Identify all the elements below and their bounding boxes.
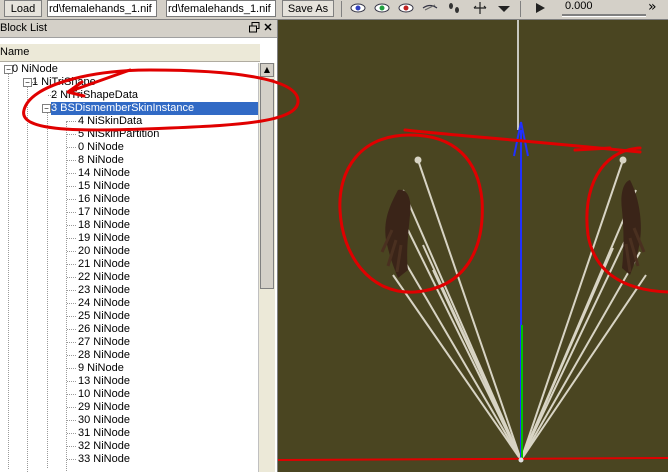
save-as-button[interactable]: Save As [282,0,334,17]
tree-row[interactable]: 9 NiNode [78,362,124,375]
tree-guide [27,82,28,472]
render-viewport[interactable] [278,20,668,472]
tree-row[interactable]: 33 NiNode [78,453,130,466]
name-column-header[interactable]: Name [0,44,260,62]
tree-row[interactable]: 23 NiNode [78,284,130,297]
load-path-field[interactable]: rd\femalehands_1.nif [47,0,157,17]
tree-guide [8,69,9,469]
tree-connector [67,433,76,434]
tree-row[interactable]: 21 NiNode [78,258,130,271]
tree-connector [67,186,76,187]
view-eye-closed-icon[interactable] [421,1,439,17]
view-menu-chevron-icon[interactable] [495,1,513,17]
tree-row[interactable]: 14 NiNode [78,167,130,180]
view-eye-green-icon[interactable] [373,1,391,17]
toolbar-overflow-chevron[interactable]: » [648,0,657,14]
tree-connector [67,329,76,330]
tree-row[interactable]: 13 NiNode [78,375,130,388]
tree-connector [67,264,76,265]
block-list-titlebar: Block List ✕ [0,20,277,38]
scroll-thumb[interactable] [260,79,274,289]
tree-connector [67,342,76,343]
tree-connector [67,407,76,408]
tree-row[interactable]: 0 NiNode [78,141,124,154]
tree-connector [67,238,76,239]
scene-render [278,20,668,463]
tree-row[interactable]: 18 NiNode [78,219,130,232]
tree-connector [67,355,76,356]
close-icon[interactable]: ✕ [262,22,274,34]
tree-connector [67,290,76,291]
toolbar-separator [341,1,342,17]
toolbar-separator-2 [520,1,521,17]
tree-row[interactable]: 20 NiNode [78,245,130,258]
tree-connector [67,160,76,161]
tree-connector [67,212,76,213]
undock-icon[interactable] [248,22,260,34]
tree-row[interactable]: 1 NiTriShape [32,76,96,89]
tree-row[interactable]: 8 NiNode [78,154,124,167]
tree-connector [67,121,76,122]
tree-guide [47,108,48,468]
play-icon[interactable] [531,1,549,17]
toolbar: Load rd\femalehands_1.nif rd\femalehands… [0,0,668,20]
tree-row[interactable]: 15 NiNode [78,180,130,193]
tree-row[interactable]: 5 NiSkinPartition [78,128,159,141]
time-slider-value: 0.000 [565,0,593,12]
tree-connector [67,316,76,317]
tree-row[interactable]: 16 NiNode [78,193,130,206]
tree-row[interactable]: 27 NiNode [78,336,130,349]
tree-collapse-toggle[interactable]: − [42,104,51,113]
tree-connector [67,420,76,421]
tree-connector [67,225,76,226]
tree-connector [67,381,76,382]
walk-icon[interactable] [445,1,463,17]
tree-row[interactable]: 31 NiNode [78,427,130,440]
block-tree: −0 NiNode −1 NiTriShape 2 NiTriShapeData −3… [0,63,258,472]
tree-connector [67,459,76,460]
tree-row[interactable]: 28 NiNode [78,349,130,362]
save-path-field[interactable]: rd\femalehands_1.nif [166,0,276,17]
tree-connector [67,251,76,252]
tree-row[interactable]: 10 NiNode [78,388,130,401]
tree-connector [67,147,76,148]
tree-connector [67,303,76,304]
block-list-scrollbar[interactable]: ▲ [258,63,275,472]
tree-connector [67,277,76,278]
time-slider[interactable] [562,14,646,17]
block-list-panel: Block List ✕ Name −0 NiNode −1 NiTriShape… [0,20,278,472]
axes-icon[interactable] [471,1,489,17]
tree-row[interactable]: 30 NiNode [78,414,130,427]
tree-connector [67,446,76,447]
tree-connector [67,394,76,395]
view-eye-red-icon[interactable] [397,1,415,17]
tree-row[interactable]: 2 NiTriShapeData [51,89,138,102]
tree-row[interactable]: 22 NiNode [78,271,130,284]
name-column-label: Name [0,46,30,58]
tree-connector [67,368,76,369]
tree-row[interactable]: 0 NiNode [12,63,58,76]
tree-row[interactable]: 25 NiNode [78,310,130,323]
view-eye-blue-icon[interactable] [349,1,367,17]
tree-row[interactable]: 19 NiNode [78,232,130,245]
block-list-title: Block List [0,22,48,34]
tree-row[interactable]: 32 NiNode [78,440,130,453]
tree-row[interactable]: 29 NiNode [78,401,130,414]
tree-row[interactable]: 26 NiNode [78,323,130,336]
tree-row[interactable]: 24 NiNode [78,297,130,310]
tree-collapse-toggle[interactable]: − [23,78,32,87]
scroll-up-arrow-icon[interactable]: ▲ [260,63,274,77]
tree-connector [67,134,76,135]
tree-row[interactable]: 17 NiNode [78,206,130,219]
load-button[interactable]: Load [4,0,42,17]
tree-row[interactable]: 4 NiSkinData [78,115,142,128]
tree-row-selected[interactable]: 3 BSDismemberSkinInstance [51,102,258,115]
tree-connector [67,199,76,200]
tree-connector [67,173,76,174]
bone-lines [392,159,647,461]
